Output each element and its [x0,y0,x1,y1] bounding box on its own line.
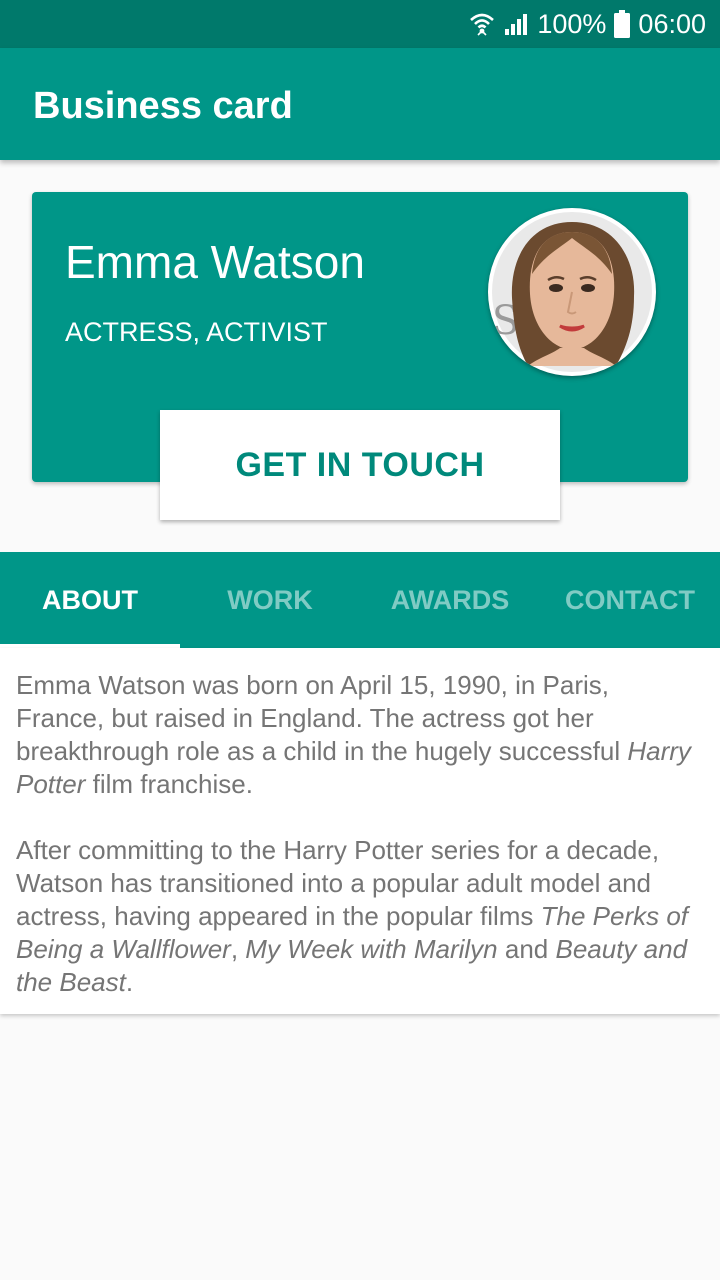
app-title: Business card [33,85,293,127]
signal-icon [503,11,529,37]
about-text: film franchise. [85,769,253,799]
about-text: Emma Watson was born on April 15, 1990, … [16,670,628,766]
about-panel: Emma Watson was born on April 15, 1990, … [0,648,720,1014]
tab-bar: ABOUT WORK AWARDS CONTACT [0,552,720,648]
tab-about[interactable]: ABOUT [0,552,180,648]
wifi-icon [469,11,495,37]
about-text: . [125,967,134,997]
battery-percent: 100% [537,8,607,39]
about-paragraph-1: Emma Watson was born on April 15, 1990, … [16,669,704,801]
tab-contact-label: CONTACT [565,584,695,615]
get-in-touch-button[interactable]: GET IN TOUCH [160,410,560,520]
tab-work-label: WORK [227,584,313,615]
about-paragraph-2: After committing to the Harry Potter ser… [16,834,704,999]
clock: 06:00 [638,8,706,39]
status-bar: 100% 06:00 [0,0,720,48]
tab-awards-label: AWARDS [390,584,510,615]
tab-contact[interactable]: CONTACT [540,552,720,648]
about-text-italic: My Week with Marilyn [245,934,498,964]
battery-icon [614,10,631,38]
avatar: S [488,208,656,376]
profile-photo: S [492,212,652,372]
about-text: , [230,934,246,964]
profile-role: ACTRESS, ACTIVIST [65,317,328,347]
tab-awards[interactable]: AWARDS [360,552,540,648]
about-text: and [497,934,556,964]
app-bar: Business card [0,48,720,160]
tab-about-label: ABOUT [42,584,138,615]
tab-work[interactable]: WORK [180,552,360,648]
profile-name: Emma Watson [65,236,365,288]
